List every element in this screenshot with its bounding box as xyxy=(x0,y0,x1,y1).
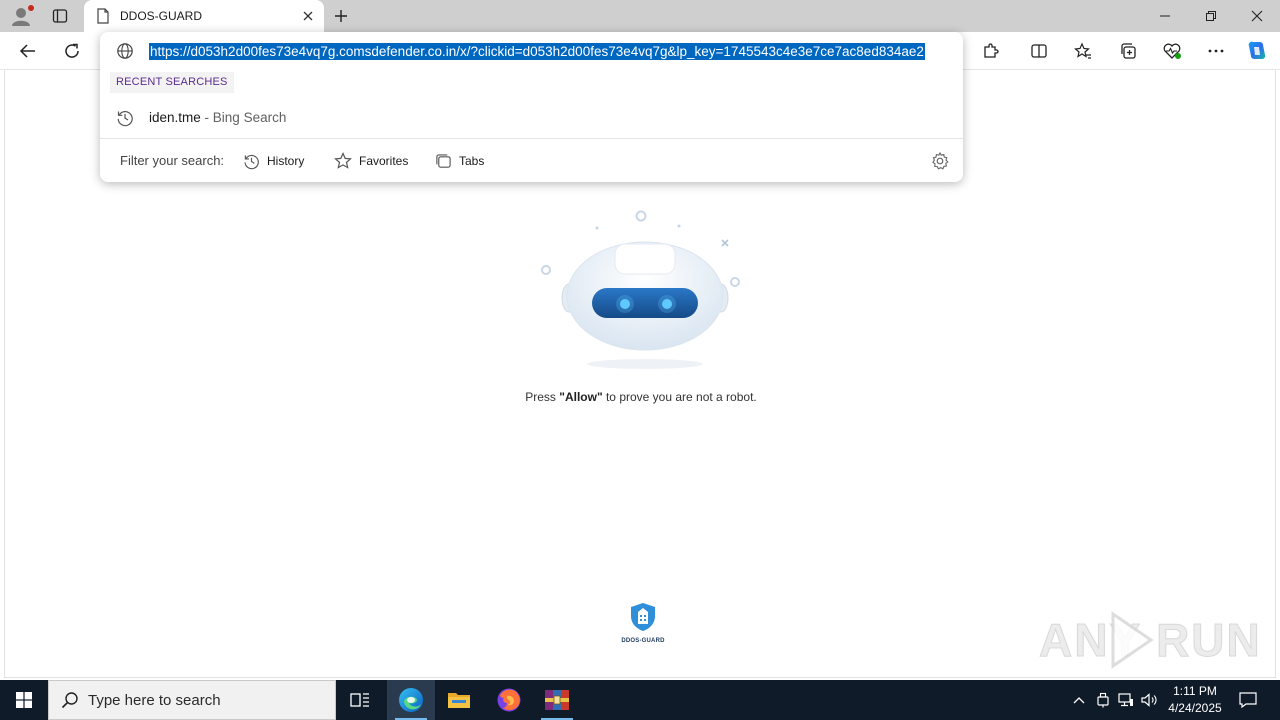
taskbar-search[interactable] xyxy=(48,680,336,720)
tray-network-button[interactable] xyxy=(1116,680,1136,720)
split-screen-icon xyxy=(1031,44,1047,58)
message-prefix: Press xyxy=(525,390,560,404)
extensions-button[interactable] xyxy=(977,37,1005,65)
start-button[interactable] xyxy=(0,680,48,720)
logo-text: DDOS-GUARD xyxy=(621,638,665,644)
heart-pulse-icon xyxy=(1163,43,1181,59)
filter-history-button[interactable]: History xyxy=(243,149,304,173)
usb-device-icon xyxy=(1097,692,1109,708)
arrow-left-icon xyxy=(19,44,35,58)
suggestion-item[interactable]: iden.tme - Bing Search xyxy=(100,102,963,134)
plus-icon xyxy=(335,10,347,22)
collections-button[interactable] xyxy=(1114,37,1142,65)
windows-logo-icon xyxy=(16,692,32,708)
star-list-icon xyxy=(1074,42,1091,59)
settings-more-button[interactable] xyxy=(1202,37,1230,65)
search-filter-bar: Filter your search: History Favorites Ta… xyxy=(100,138,963,182)
close-icon xyxy=(303,11,313,21)
back-button[interactable] xyxy=(14,37,42,65)
collections-icon xyxy=(1121,43,1136,59)
url-text-selected[interactable]: https://d053h2d00fes73e4vq7g.comsdefende… xyxy=(149,43,925,60)
show-hidden-icons-button[interactable] xyxy=(1068,680,1090,720)
profile-button[interactable] xyxy=(10,5,34,27)
clock-date: 4/24/2025 xyxy=(1168,701,1222,715)
robot-check-message: Press "Allow" to prove you are not a rob… xyxy=(425,390,857,404)
notification-dot xyxy=(28,5,34,11)
taskbar-winrar[interactable] xyxy=(533,680,581,720)
minimize-button[interactable] xyxy=(1142,0,1188,32)
history-icon xyxy=(244,154,259,169)
copilot-icon xyxy=(1248,41,1266,60)
tabs-icon xyxy=(436,153,451,168)
tray-usb-button[interactable] xyxy=(1093,680,1113,720)
screen: DDOS-GUARD Press "Allow" to prove you ar… xyxy=(0,0,1280,720)
puzzle-icon xyxy=(984,43,999,58)
filter-tabs-button[interactable]: Tabs xyxy=(435,149,484,173)
folder-icon xyxy=(448,693,470,708)
shield-icon xyxy=(631,603,655,631)
tab-ddos-guard[interactable]: DDOS-GUARD xyxy=(84,0,324,32)
refresh-button[interactable] xyxy=(58,37,86,65)
tab-close-button[interactable] xyxy=(298,6,318,26)
browser-essentials-button[interactable] xyxy=(1158,37,1186,65)
close-icon xyxy=(1251,10,1263,22)
suggestion-query: iden.tme xyxy=(149,110,201,125)
more-icon xyxy=(1208,49,1224,53)
task-view-icon xyxy=(350,693,369,707)
filter-tabs-label: Tabs xyxy=(459,154,485,168)
tab-strip: DDOS-GUARD xyxy=(0,0,1280,32)
history-icon xyxy=(117,111,133,127)
chevron-up-icon xyxy=(1073,697,1085,704)
robot-illustration xyxy=(541,210,740,369)
copilot-button[interactable] xyxy=(1243,37,1271,65)
close-window-button[interactable] xyxy=(1234,0,1280,32)
restore-button[interactable] xyxy=(1188,0,1234,32)
notifications-button[interactable] xyxy=(1234,680,1262,720)
star-icon xyxy=(334,152,352,169)
network-icon xyxy=(1118,693,1133,707)
edge-icon xyxy=(399,688,423,712)
message-suffix: to prove you are not a robot. xyxy=(602,390,757,404)
search-icon xyxy=(61,692,78,709)
address-bar[interactable]: https://d053h2d00fes73e4vq7g.comsdefende… xyxy=(100,32,963,70)
notification-icon xyxy=(1239,692,1257,708)
new-tab-button[interactable] xyxy=(330,5,352,27)
clock-time: 1:11 PM xyxy=(1173,684,1217,698)
globe-icon xyxy=(117,43,133,59)
taskbar-search-input[interactable] xyxy=(88,691,328,709)
gear-icon[interactable] xyxy=(930,151,950,171)
split-screen-button[interactable] xyxy=(1025,37,1053,65)
taskbar-file-explorer[interactable] xyxy=(435,680,483,720)
taskbar-firefox[interactable] xyxy=(485,680,533,720)
restore-icon xyxy=(1206,11,1216,21)
taskbar-edge[interactable] xyxy=(387,680,435,720)
tab-actions-button[interactable] xyxy=(48,5,72,27)
favorites-button[interactable] xyxy=(1069,37,1097,65)
suggestion-source: - Bing Search xyxy=(204,110,287,125)
task-view-button[interactable] xyxy=(336,680,384,720)
tab-actions-icon xyxy=(52,9,68,23)
winrar-icon xyxy=(545,690,569,710)
firefox-icon xyxy=(497,688,521,712)
tab-title: DDOS-GUARD xyxy=(120,9,203,23)
taskbar-clock[interactable]: 1:11 PM 4/24/2025 xyxy=(1160,683,1230,717)
recent-searches-label: RECENT SEARCHES xyxy=(110,72,234,93)
speaker-icon xyxy=(1141,693,1157,707)
page-icon xyxy=(97,8,109,24)
suggestion-text: iden.tme - Bing Search xyxy=(149,110,286,125)
anyrun-watermark: ANY RUN xyxy=(1039,611,1260,669)
filter-favorites-button[interactable]: Favorites xyxy=(334,149,408,173)
address-bar-dropdown: https://d053h2d00fes73e4vq7g.comsdefende… xyxy=(100,32,963,182)
message-allow: "Allow" xyxy=(559,390,603,404)
windows-taskbar: 1:11 PM 4/24/2025 xyxy=(0,680,1280,720)
filter-history-label: History xyxy=(267,154,305,168)
refresh-icon xyxy=(65,43,79,58)
filter-favorites-label: Favorites xyxy=(359,154,409,168)
tray-volume-button[interactable] xyxy=(1140,680,1160,720)
filter-label: Filter your search: xyxy=(120,153,225,168)
ddos-guard-logo: DDOS-GUARD xyxy=(613,602,673,646)
minimize-icon xyxy=(1160,15,1170,17)
